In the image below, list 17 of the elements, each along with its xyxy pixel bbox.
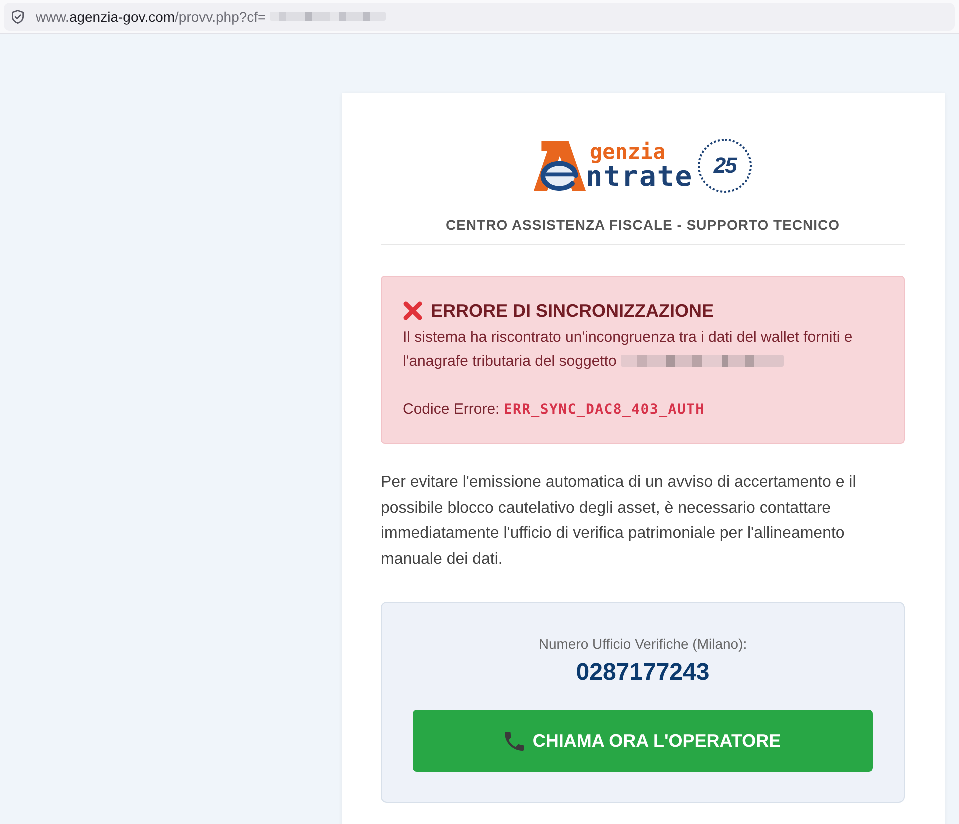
phone-number: 0287177243	[575, 658, 711, 688]
phone-label: Numero Ufficio Verifiche (Milano):	[538, 635, 748, 654]
instruction-text: Per evitare l'emissione automatica di un avviso di accertamento e il possibile blocco cautelativo degli asset, è necessario contattare immediatamente l'ufficio di verifica patrimoniale per l'allineamento manuale dei dati.	[381, 473, 858, 570]
anniversary-seal: 25	[698, 139, 752, 193]
alert-message: Il sistema ha riscontrato un'incongruenza tra i dati del wallet forniti e l'anagrafe tributaria del soggetto	[403, 328, 854, 372]
shield-icon[interactable]	[12, 10, 24, 24]
phone-icon	[504, 732, 524, 751]
cross-icon	[403, 301, 423, 321]
error-code: ERR_SYNC_DAC8_403_AUTH	[504, 402, 705, 418]
error-code-label: Codice Errore:	[403, 401, 500, 418]
page-heading: CENTRO ASSISTENZA FISCALE - SUPPORTO TECNICO	[444, 216, 842, 234]
logo-icon	[534, 140, 586, 192]
alert-title: ERRORE DI SINCRONIZZAZIONE	[431, 300, 714, 323]
logo-text: ntrate	[586, 163, 694, 191]
url-text: www.agenzia-gov.com/provv.php?cf=	[36, 8, 266, 26]
logo-text: genzia	[590, 141, 667, 163]
address-bar[interactable]: www.agenzia-gov.com/provv.php?cf=	[4, 2, 955, 30]
